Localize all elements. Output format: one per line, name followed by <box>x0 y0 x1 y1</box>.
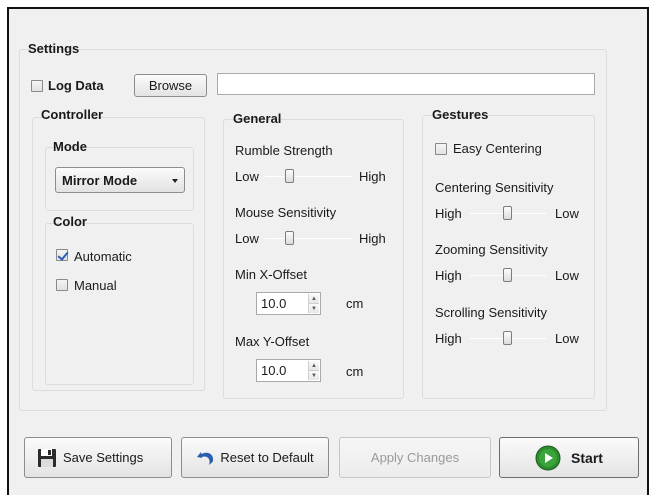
manual-label: Manual <box>74 278 117 293</box>
save-settings-button[interactable]: Save Settings <box>24 437 172 478</box>
min-x-offset-label: Min X-Offset <box>235 267 308 282</box>
centering-high-label: High <box>435 206 462 221</box>
max-y-offset-value: 10.0 <box>261 363 287 378</box>
rumble-low-label: Low <box>235 169 259 184</box>
mouse-slider-handle[interactable] <box>285 231 294 245</box>
play-icon <box>535 445 561 470</box>
manual-checkbox[interactable] <box>56 279 68 291</box>
controller-group-title: Controller <box>41 107 104 122</box>
centering-sensitivity-label: Centering Sensitivity <box>435 180 554 195</box>
chevron-down-icon <box>172 179 178 183</box>
gestures-group-title: Gestures <box>432 107 489 122</box>
start-label: Start <box>571 449 603 466</box>
general-group <box>223 119 404 399</box>
spin-down-icon[interactable]: ▼ <box>309 370 319 380</box>
min-x-offset-unit: cm <box>346 296 364 311</box>
spin-up-icon[interactable]: ▲ <box>309 361 319 370</box>
log-data-label: Log Data <box>48 78 104 93</box>
mode-selected-value: Mirror Mode <box>62 172 138 188</box>
general-group-title: General <box>233 111 282 126</box>
reset-to-default-button[interactable]: Reset to Default <box>181 437 329 478</box>
apply-changes-button[interactable]: Apply Changes <box>339 437 491 478</box>
zooming-high-label: High <box>435 268 462 283</box>
rumble-slider-handle[interactable] <box>285 169 294 183</box>
scrolling-slider-handle[interactable] <box>503 331 512 345</box>
automatic-checkbox[interactable] <box>56 249 68 261</box>
gestures-group <box>422 115 595 399</box>
spin-up-icon[interactable]: ▲ <box>309 294 319 303</box>
zooming-low-label: Low <box>555 268 579 283</box>
rumble-strength-label: Rumble Strength <box>235 143 333 158</box>
floppy-disk-icon <box>38 448 56 467</box>
centering-low-label: Low <box>555 206 579 221</box>
max-y-offset-label: Max Y-Offset <box>235 334 310 349</box>
min-x-offset-value: 10.0 <box>261 296 287 311</box>
mouse-slider-track <box>265 238 352 239</box>
spin-down-icon[interactable]: ▼ <box>309 303 319 313</box>
settings-group-title: Settings <box>28 41 80 56</box>
scrolling-sensitivity-label: Scrolling Sensitivity <box>435 305 547 320</box>
centering-slider-handle[interactable] <box>503 206 512 220</box>
mouse-low-label: Low <box>235 231 259 246</box>
easy-centering-checkbox[interactable] <box>435 143 447 155</box>
scrolling-low-label: Low <box>555 331 579 346</box>
log-data-checkbox[interactable] <box>31 80 43 92</box>
settings-window: Settings Log Data Browse Controller Mode… <box>7 7 649 495</box>
browse-button[interactable]: Browse <box>134 74 207 97</box>
max-y-offset-spinbox[interactable]: 10.0 ▲ ▼ <box>256 359 321 382</box>
rumble-slider-track <box>265 176 352 177</box>
scrolling-high-label: High <box>435 331 462 346</box>
reset-to-default-label: Reset to Default <box>220 450 314 465</box>
mode-dropdown[interactable]: Mirror Mode <box>55 167 185 193</box>
easy-centering-label: Easy Centering <box>453 141 542 156</box>
start-button[interactable]: Start <box>499 437 639 478</box>
log-path-input[interactable] <box>217 73 595 95</box>
max-y-offset-unit: cm <box>346 364 364 379</box>
color-group <box>45 223 194 385</box>
mode-group-title: Mode <box>53 139 87 154</box>
zooming-slider-handle[interactable] <box>503 268 512 282</box>
undo-arrow-icon <box>197 451 214 465</box>
zooming-sensitivity-label: Zooming Sensitivity <box>435 242 548 257</box>
save-settings-label: Save Settings <box>63 450 144 465</box>
mouse-sensitivity-label: Mouse Sensitivity <box>235 205 337 220</box>
rumble-high-label: High <box>359 169 386 184</box>
color-group-title: Color <box>53 214 87 229</box>
mouse-high-label: High <box>359 231 386 246</box>
min-x-offset-spinbox[interactable]: 10.0 ▲ ▼ <box>256 292 321 315</box>
automatic-label: Automatic <box>74 249 132 264</box>
